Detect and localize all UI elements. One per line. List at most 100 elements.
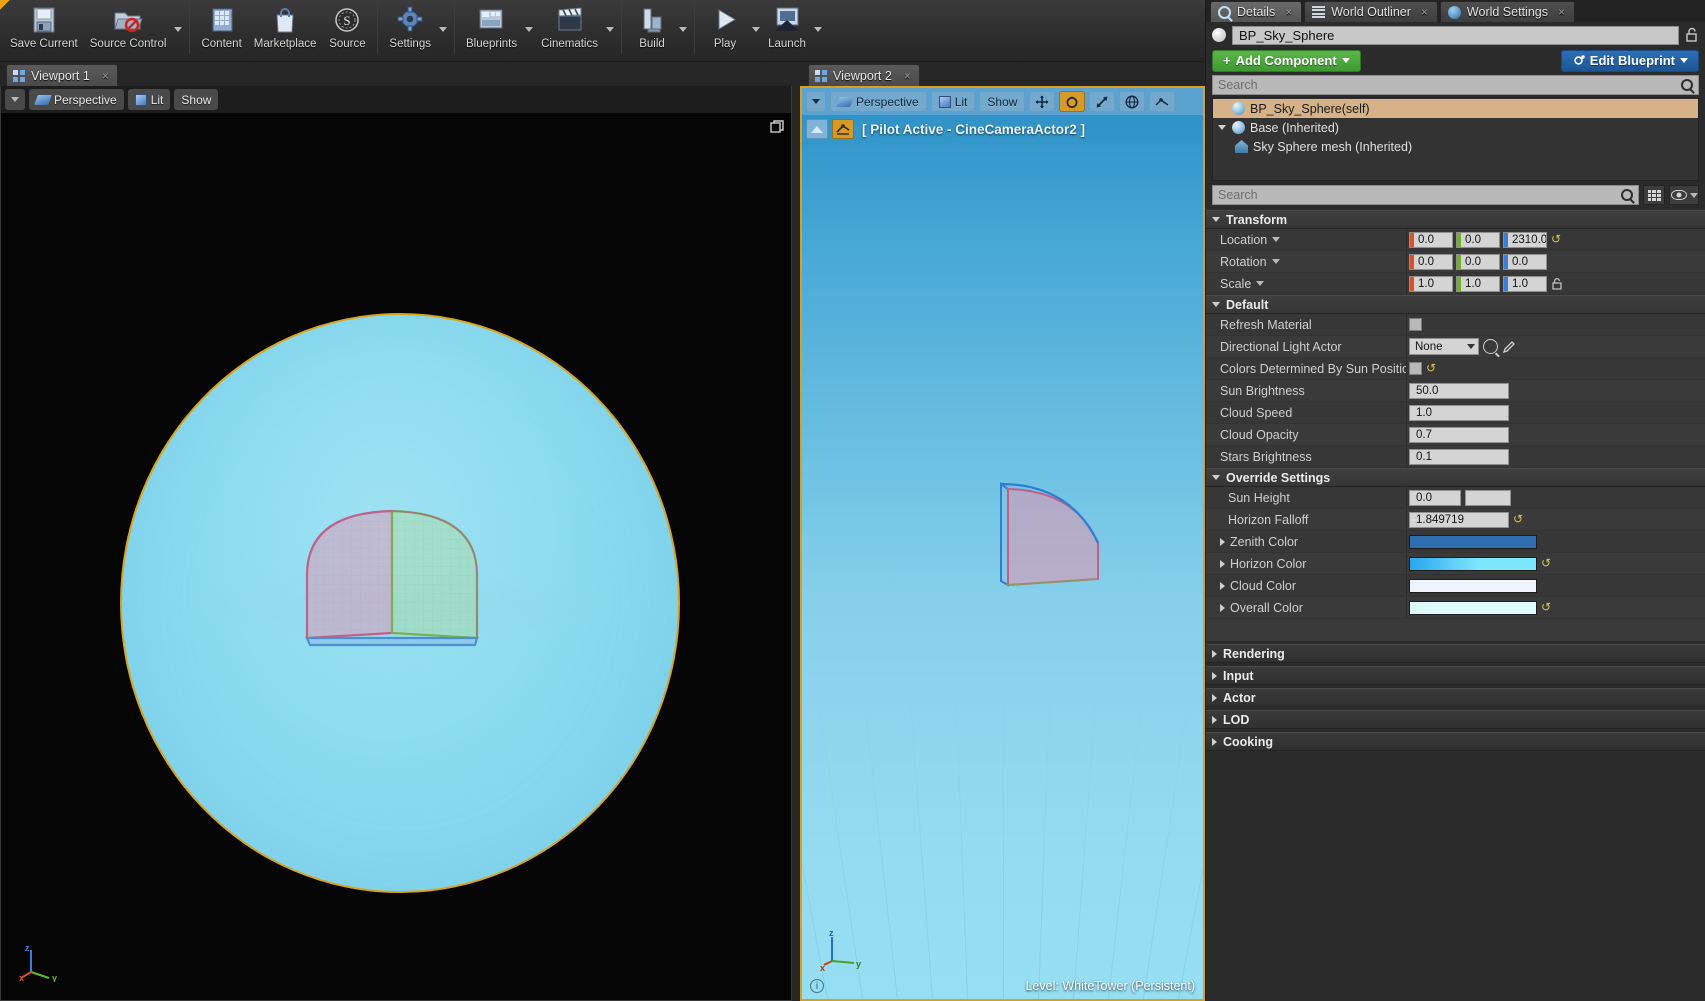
add-component-button[interactable]: + Add Component	[1212, 49, 1361, 72]
tree-expander[interactable]	[1217, 125, 1227, 130]
component-tree-item-mesh[interactable]: Sky Sphere mesh (Inherited)	[1213, 137, 1698, 156]
chevron-right-icon[interactable]	[1220, 603, 1225, 612]
category-header-input[interactable]: Input	[1206, 666, 1705, 685]
rotation-x-input[interactable]: 0.0	[1409, 253, 1453, 270]
category-header-lod[interactable]: LOD	[1206, 710, 1705, 729]
blueprints-dropdown[interactable]	[523, 0, 535, 58]
reset-to-default-icon[interactable]: ↺	[1541, 557, 1554, 570]
category-header-default[interactable]: Default	[1206, 295, 1705, 314]
component-tree-item-base[interactable]: Base (Inherited)	[1213, 118, 1698, 137]
build-button[interactable]: Build	[627, 0, 677, 58]
viewport2-info-icon[interactable]: i	[810, 979, 824, 993]
cloud-speed-input[interactable]: 1.0	[1409, 404, 1509, 421]
settings-button[interactable]: Settings	[383, 0, 437, 58]
play-dropdown[interactable]	[750, 0, 762, 58]
close-icon[interactable]: ×	[1285, 5, 1292, 19]
eject-pilot-button[interactable]	[806, 119, 828, 139]
viewport1-canvas[interactable]: z y x	[1, 113, 791, 1000]
tab-viewport-2[interactable]: Viewport 2 ×	[808, 64, 920, 87]
details-search-input[interactable]	[1218, 188, 1621, 202]
scale-z-input[interactable]: 1.0	[1503, 275, 1547, 292]
component-tree[interactable]: BP_Sky_Sphere(self) Base (Inherited) Sky…	[1212, 97, 1699, 181]
close-icon[interactable]: ×	[1558, 5, 1565, 19]
directional-light-actor-combo[interactable]: None	[1409, 338, 1479, 355]
cinematics-dropdown[interactable]	[604, 0, 616, 58]
reset-to-default-icon[interactable]: ↺	[1426, 362, 1439, 375]
colors-determined-by-sun-position-checkbox[interactable]	[1409, 362, 1422, 375]
cloud-opacity-input[interactable]: 0.7	[1409, 426, 1509, 443]
scale-mode-button[interactable]	[1089, 91, 1116, 112]
chevron-down-icon[interactable]	[1272, 237, 1281, 242]
blueprints-button[interactable]: Blueprints	[460, 0, 523, 58]
build-dropdown[interactable]	[677, 0, 689, 58]
viewport2-canvas[interactable]: [ Pilot Active - CineCameraActor2 ] z y …	[802, 115, 1203, 999]
unlocked-padlock-icon[interactable]	[1685, 27, 1699, 43]
stars-brightness-input[interactable]: 0.1	[1409, 448, 1509, 465]
category-header-rendering[interactable]: Rendering	[1206, 644, 1705, 663]
browse-icon[interactable]	[1483, 339, 1498, 354]
rotation-z-input[interactable]: 0.0	[1503, 253, 1547, 270]
property-list[interactable]: Transform Location 0.0 0.0 2310.0 ↺ Rota…	[1206, 210, 1705, 1001]
tab-world-settings[interactable]: World Settings ×	[1439, 1, 1575, 22]
tab-viewport-1[interactable]: Viewport 1 ×	[6, 64, 118, 87]
viewport-1-panel[interactable]: Perspective Lit Show z y x	[0, 86, 792, 1001]
chevron-right-icon[interactable]	[1220, 537, 1225, 546]
zenith-color-swatch[interactable]	[1409, 534, 1537, 549]
component-search-input[interactable]	[1218, 78, 1681, 92]
refresh-material-checkbox[interactable]	[1409, 318, 1422, 331]
viewport1-show-button[interactable]: Show	[174, 89, 219, 110]
cine-camera-button[interactable]	[832, 119, 854, 139]
horizon-falloff-input[interactable]: 1.849719	[1409, 511, 1509, 528]
location-x-input[interactable]: 0.0	[1409, 231, 1453, 248]
category-header-cooking[interactable]: Cooking	[1206, 732, 1705, 751]
overall-color-swatch[interactable]	[1409, 600, 1537, 615]
viewport2-show-button[interactable]: Show	[979, 91, 1026, 112]
content-button[interactable]: Content	[195, 0, 247, 58]
viewport1-perspective-button[interactable]: Perspective	[29, 89, 124, 110]
viewport-2-panel[interactable]: Perspective Lit Show [Pilot Active - Ci…	[800, 86, 1205, 1001]
visibility-button[interactable]	[1669, 185, 1699, 205]
marketplace-button[interactable]: Marketplace	[248, 0, 323, 58]
location-z-input[interactable]: 2310.0	[1503, 231, 1547, 248]
close-icon[interactable]: ×	[102, 69, 109, 83]
reset-to-default-icon[interactable]: ↺	[1551, 233, 1564, 246]
rotation-y-input[interactable]: 0.0	[1456, 253, 1500, 270]
play-button[interactable]: Play	[700, 0, 750, 58]
close-icon[interactable]: ×	[904, 69, 911, 83]
launch-button[interactable]: Launch	[762, 0, 812, 58]
reset-to-default-icon[interactable]: ↺	[1541, 601, 1554, 614]
cloud-color-swatch[interactable]	[1409, 578, 1537, 593]
scale-x-input[interactable]: 1.0	[1409, 275, 1453, 292]
source-button[interactable]: S Source	[322, 0, 372, 58]
rotate-mode-button[interactable]	[1059, 91, 1086, 112]
close-icon[interactable]: ×	[1421, 5, 1428, 19]
world-coordinate-button[interactable]	[1119, 91, 1146, 112]
chevron-down-icon[interactable]	[1271, 259, 1280, 264]
surface-snap-button[interactable]	[1149, 91, 1176, 112]
viewport2-options-dropdown[interactable]	[806, 91, 826, 112]
source-control-dropdown[interactable]	[172, 0, 184, 58]
translate-mode-button[interactable]	[1029, 91, 1056, 112]
tab-details[interactable]: Details ×	[1210, 1, 1303, 22]
ratio-lock-icon[interactable]	[1551, 277, 1563, 290]
source-control-button[interactable]: Source Control	[84, 0, 173, 58]
component-tree-item-self[interactable]: BP_Sky_Sphere(self)	[1213, 99, 1698, 118]
sun-height-input[interactable]: 0.0	[1409, 489, 1461, 506]
scale-y-input[interactable]: 1.0	[1456, 275, 1500, 292]
launch-dropdown[interactable]	[812, 0, 824, 58]
details-search-bar[interactable]	[1212, 185, 1639, 205]
horizon-color-swatch[interactable]	[1409, 556, 1537, 571]
category-header-actor[interactable]: Actor	[1206, 688, 1705, 707]
settings-dropdown[interactable]	[437, 0, 449, 58]
chevron-right-icon[interactable]	[1220, 559, 1225, 568]
actor-name-input[interactable]	[1232, 25, 1679, 45]
edit-blueprint-button[interactable]: Edit Blueprint	[1560, 49, 1699, 72]
category-header-override-settings[interactable]: Override Settings	[1206, 468, 1705, 487]
viewport1-lit-button[interactable]: Lit	[127, 89, 171, 110]
tab-world-outliner[interactable]: World Outliner ×	[1304, 1, 1438, 22]
reset-to-default-icon[interactable]: ↺	[1513, 513, 1526, 526]
sun-height-slider[interactable]	[1465, 489, 1511, 506]
cinematics-button[interactable]: Cinematics	[535, 0, 604, 58]
component-search-bar[interactable]	[1212, 75, 1699, 95]
chevron-down-icon[interactable]	[1256, 281, 1265, 286]
